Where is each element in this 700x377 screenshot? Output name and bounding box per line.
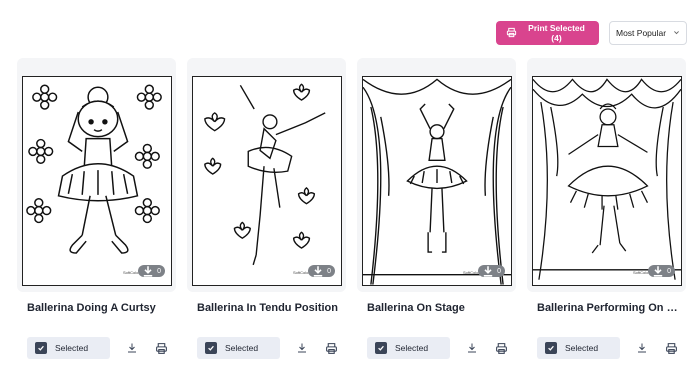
print-icon[interactable] — [494, 341, 508, 355]
sort-value: Most Popular — [616, 28, 667, 38]
print-selected-label: Print Selected (4) — [528, 23, 585, 43]
chevron-down-icon — [673, 29, 680, 38]
selected-toggle-button[interactable]: Selected — [197, 337, 280, 359]
download-icon[interactable] — [125, 341, 139, 355]
selected-toggle-button[interactable]: Selected — [27, 337, 110, 359]
card-thumbnail-area[interactable]: SoftColoring 0 — [357, 58, 516, 292]
coloring-card: SoftColoring 0 Ballerina Performing On S… — [527, 58, 686, 373]
checked-checkbox-icon — [35, 342, 47, 354]
download-icon[interactable] — [635, 341, 649, 355]
card-thumbnail-area[interactable]: SoftColoring 0 — [17, 58, 176, 292]
card-title[interactable]: Ballerina Doing A Curtsy — [27, 302, 172, 314]
print-icon[interactable] — [154, 341, 168, 355]
card-title[interactable]: Ballerina On Stage — [367, 302, 512, 314]
download-count-badge: 0 — [308, 265, 335, 277]
coloring-page-image[interactable]: SoftColoring 0 — [192, 76, 342, 286]
coloring-card: SoftColoring 0 Ballerina In Tendu Positi… — [187, 58, 346, 373]
selected-toggle-button[interactable]: Selected — [537, 337, 620, 359]
sort-select[interactable]: Most Popular — [609, 21, 687, 45]
download-icon[interactable] — [295, 341, 309, 355]
card-actions: Selected — [367, 337, 508, 359]
selected-label: Selected — [55, 343, 89, 353]
download-count-badge: 0 — [648, 265, 675, 277]
coloring-page-image[interactable]: SoftColoring 0 — [22, 76, 172, 286]
printer-icon — [506, 27, 517, 40]
coloring-page-grid: SoftColoring 0 Ballerina Doing A Curtsy … — [17, 58, 686, 373]
coloring-card: SoftColoring 0 Ballerina On Stage Select… — [357, 58, 516, 373]
card-actions: Selected — [27, 337, 168, 359]
print-icon[interactable] — [324, 341, 338, 355]
selected-toggle-button[interactable]: Selected — [367, 337, 450, 359]
selected-label: Selected — [225, 343, 259, 353]
card-thumbnail-area[interactable]: SoftColoring 0 — [187, 58, 346, 292]
print-icon[interactable] — [664, 341, 678, 355]
coloring-page-image[interactable]: SoftColoring 0 — [362, 76, 512, 286]
checked-checkbox-icon — [205, 342, 217, 354]
download-count: 0 — [157, 267, 161, 275]
selected-label: Selected — [565, 343, 599, 353]
card-actions: Selected — [537, 337, 678, 359]
download-count: 0 — [667, 267, 671, 275]
card-thumbnail-area[interactable]: SoftColoring 0 — [527, 58, 686, 292]
download-count-badge: 0 — [478, 265, 505, 277]
checked-checkbox-icon — [545, 342, 557, 354]
toolbar: Print Selected (4) Most Popular — [496, 21, 687, 45]
card-title[interactable]: Ballerina In Tendu Position — [197, 302, 342, 314]
checked-checkbox-icon — [375, 342, 387, 354]
print-selected-button[interactable]: Print Selected (4) — [496, 21, 599, 45]
download-count-badge: 0 — [138, 265, 165, 277]
download-icon[interactable] — [465, 341, 479, 355]
download-icon — [143, 266, 153, 277]
selected-label: Selected — [395, 343, 429, 353]
coloring-page-image[interactable]: SoftColoring 0 — [532, 76, 682, 286]
card-title[interactable]: Ballerina Performing On Stage — [537, 302, 682, 314]
download-count: 0 — [497, 267, 501, 275]
download-count: 0 — [327, 267, 331, 275]
card-actions: Selected — [197, 337, 338, 359]
coloring-card: SoftColoring 0 Ballerina Doing A Curtsy … — [17, 58, 176, 373]
